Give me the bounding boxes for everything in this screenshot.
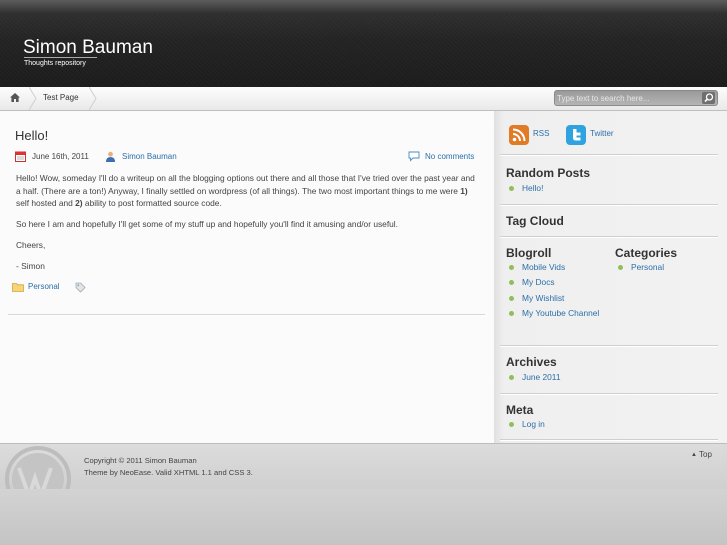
site-title[interactable]: Simon Bauman [23, 37, 153, 59]
list-item[interactable]: Personal [615, 262, 715, 273]
blogroll-title: Blogroll [506, 246, 552, 260]
random-posts-title: Random Posts [506, 166, 591, 180]
post-divider [8, 314, 485, 316]
post-paragraph: Cheers, [16, 240, 46, 250]
calendar-icon [15, 151, 26, 164]
post-body: Hello! Wow, someday I'll do a writeup on… [16, 172, 478, 281]
xhtml-link[interactable]: XHTML 1.1 [174, 468, 212, 477]
list-item[interactable]: Log in [506, 419, 606, 430]
home-icon [10, 93, 20, 102]
site-header: Simon Bauman Thoughts repository [0, 0, 727, 88]
post-meta: June 16th, 2011 Simon Bauman No comments [15, 151, 478, 165]
nav-item-test-page[interactable]: Test Page [43, 93, 79, 102]
list-item[interactable]: June 2011 [506, 372, 606, 383]
search-button[interactable] [702, 92, 715, 104]
arrow-up-icon: ▲ [691, 452, 697, 458]
copyright-text: Copyright © 2011 Simon Bauman Theme by N… [84, 456, 253, 477]
wordpress-logo-icon [5, 446, 71, 490]
comment-icon [408, 151, 420, 164]
back-to-top-link[interactable]: ▲ Top [691, 450, 712, 459]
archives-list: June 2011 [506, 372, 606, 387]
post-paragraph: Hello! Wow, someday I'll do a writeup on… [16, 173, 475, 208]
twitter-icon[interactable] [566, 125, 586, 147]
blogroll-list: Mobile Vids My Docs My Wishlist My Youtu… [506, 262, 601, 324]
twitter-link[interactable]: Twitter [590, 129, 614, 138]
post-paragraph: So here I am and hopefully I'll get some… [16, 219, 398, 229]
meta-title: Meta [506, 403, 534, 417]
css-link[interactable]: CSS 3 [229, 468, 251, 477]
category-link-personal[interactable]: Personal [28, 282, 60, 291]
main-content: Hello! June 16th, 2011 Simon Bauman No c… [0, 111, 494, 443]
search-input[interactable] [557, 92, 697, 104]
nav-separator [89, 87, 97, 110]
footer: Copyright © 2011 Simon Bauman Theme by N… [0, 443, 727, 490]
site-description: Thoughts repository [24, 57, 97, 67]
widget-divider [500, 345, 718, 347]
archives-title: Archives [506, 355, 557, 369]
post-author-link[interactable]: Simon Bauman [122, 152, 177, 161]
tag-cloud-title: Tag Cloud [506, 214, 564, 228]
author-icon [105, 151, 116, 164]
categories-title: Categories [615, 246, 678, 260]
nav-separator [29, 87, 37, 110]
list-item[interactable]: My Docs [506, 277, 601, 288]
search-icon [704, 93, 714, 103]
home-button[interactable] [0, 87, 30, 110]
list-item[interactable]: My Wishlist [506, 293, 601, 304]
widget-divider [500, 393, 718, 395]
page-bottom [0, 489, 727, 545]
list-item[interactable]: My Youtube Channel [506, 308, 601, 319]
post-title[interactable]: Hello! [15, 128, 48, 143]
widget-divider [500, 154, 718, 156]
tag-icon [75, 282, 86, 295]
folder-icon [12, 282, 24, 294]
widget-divider [500, 439, 718, 441]
post-paragraph: - Simon [16, 261, 45, 271]
theme-link[interactable]: NeoEase [120, 468, 151, 477]
rss-icon[interactable] [509, 125, 529, 147]
meta-list: Log in [506, 419, 606, 434]
search-box [554, 90, 718, 106]
random-posts-list: Hello! [506, 183, 606, 198]
rss-link[interactable]: RSS [533, 129, 549, 138]
categories-list: Personal [615, 262, 715, 277]
widget-divider [500, 204, 718, 206]
post-date: June 16th, 2011 [32, 152, 89, 161]
widget-divider [500, 236, 718, 238]
list-item[interactable]: Hello! [506, 183, 606, 194]
list-item[interactable]: Mobile Vids [506, 262, 601, 273]
comments-link[interactable]: No comments [425, 152, 474, 161]
